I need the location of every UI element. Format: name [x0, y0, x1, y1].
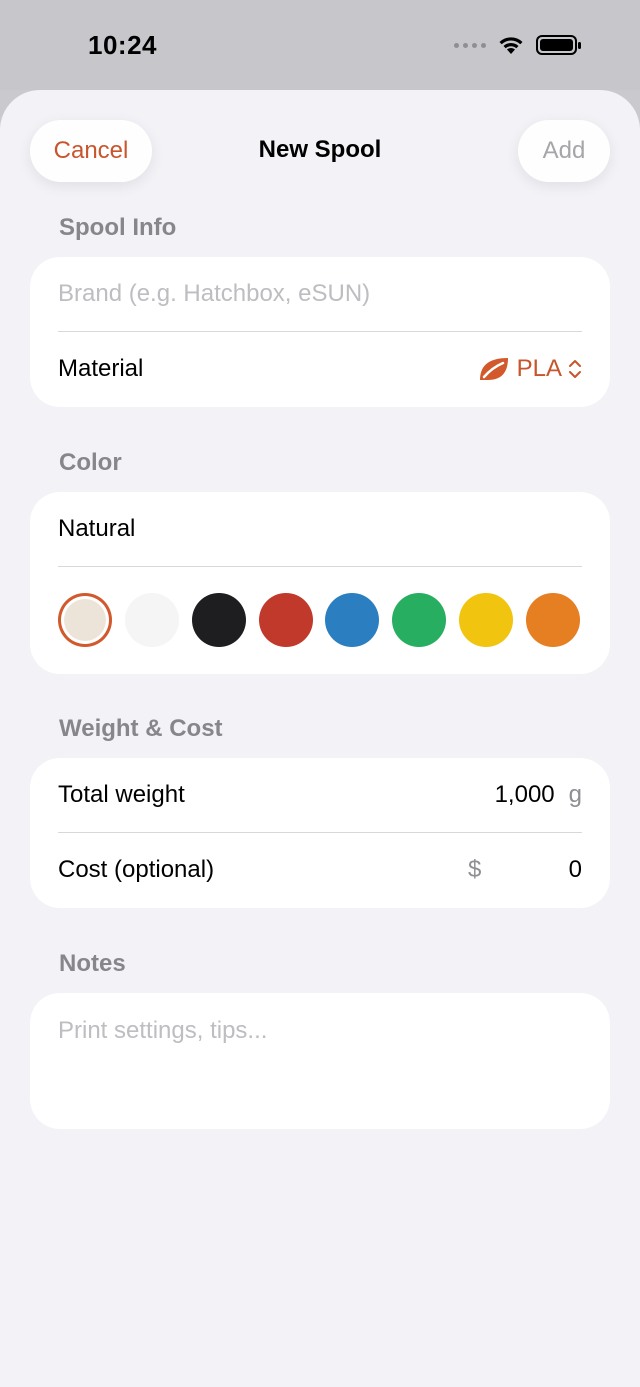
- material-row: Material PLA: [58, 332, 582, 406]
- color-name-field[interactable]: Natural: [58, 492, 582, 566]
- section-header-weight-cost: Weight & Cost: [59, 715, 223, 742]
- color-swatch-green[interactable]: [392, 593, 446, 647]
- cost-row: Cost (optional) $ 0: [58, 833, 582, 907]
- material-value: PLA: [516, 355, 562, 382]
- battery-icon: [536, 35, 581, 55]
- spool-info-card: Brand (e.g. Hatchbox, eSUN) Material PLA: [30, 257, 610, 407]
- section-header-notes: Notes: [59, 950, 126, 977]
- notes-field[interactable]: Print settings, tips...: [30, 993, 610, 1129]
- color-swatch-yellow[interactable]: [459, 593, 513, 647]
- section-header-spool-info: Spool Info: [59, 214, 177, 241]
- currency-symbol: $: [468, 856, 482, 883]
- section-header-color: Color: [59, 449, 122, 476]
- add-button[interactable]: Add: [518, 120, 610, 182]
- total-weight-input[interactable]: 1,000: [495, 781, 555, 809]
- chevron-up-down-icon: [569, 360, 581, 378]
- new-spool-sheet: Cancel New Spool Add Spool Info Brand (e…: [0, 90, 640, 1387]
- status-bar: 10:24: [0, 0, 640, 90]
- material-picker[interactable]: PLA: [477, 355, 582, 383]
- color-card: Natural: [30, 492, 610, 674]
- color-swatch-white[interactable]: [125, 593, 179, 647]
- color-swatch-blue[interactable]: [325, 593, 379, 647]
- wifi-icon: [499, 37, 523, 54]
- color-swatch-natural[interactable]: [58, 593, 112, 647]
- brand-field[interactable]: Brand (e.g. Hatchbox, eSUN): [58, 257, 582, 331]
- status-icons: [454, 34, 582, 56]
- divider: [58, 566, 582, 567]
- cost-label: Cost (optional): [58, 856, 215, 883]
- color-swatches: [58, 593, 580, 647]
- color-swatch-black[interactable]: [192, 593, 246, 647]
- total-weight-row: Total weight 1,000 g: [58, 758, 582, 832]
- leaf-icon: [479, 358, 508, 380]
- weight-cost-card: Total weight 1,000 g Cost (optional) $ 0: [30, 758, 610, 908]
- color-swatch-orange[interactable]: [526, 593, 580, 647]
- color-name-value: Natural: [58, 515, 136, 542]
- color-swatch-red[interactable]: [259, 593, 313, 647]
- total-weight-label: Total weight: [58, 781, 185, 808]
- cellular-signal-icon: [454, 42, 486, 48]
- material-label: Material: [58, 355, 144, 382]
- cost-input[interactable]: 0: [569, 856, 582, 884]
- status-time: 10:24: [88, 30, 157, 60]
- weight-unit: g: [568, 781, 582, 808]
- notes-placeholder: Print settings, tips...: [58, 1017, 268, 1044]
- brand-placeholder: Brand (e.g. Hatchbox, eSUN): [58, 280, 371, 307]
